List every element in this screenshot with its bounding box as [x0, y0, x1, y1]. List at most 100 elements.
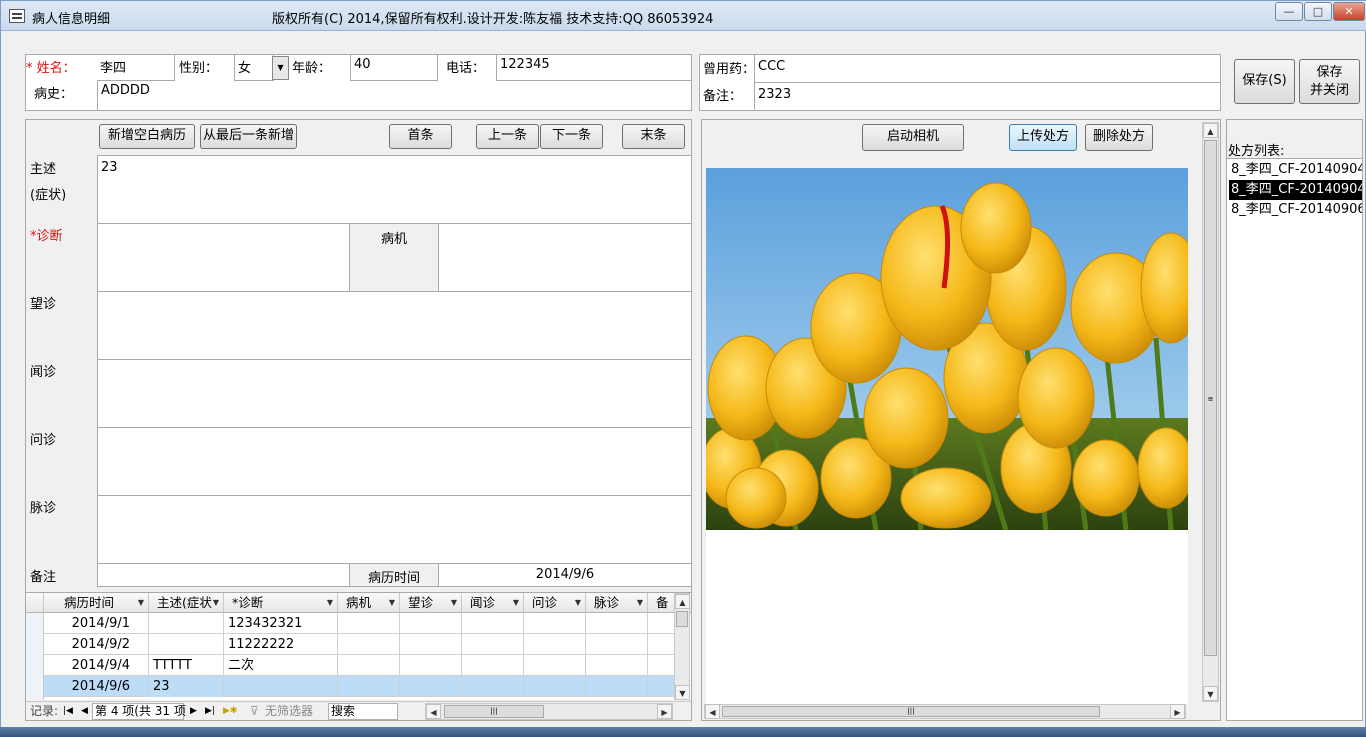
grid-select-all[interactable] [26, 593, 44, 613]
grid-header-7[interactable]: 脉诊 ▼ [586, 593, 648, 613]
table-cell[interactable]: 11222222 [224, 634, 338, 655]
inspect-field[interactable] [97, 291, 692, 360]
pulse-field[interactable] [97, 495, 692, 564]
first-record-button[interactable]: 首条 [389, 124, 452, 149]
nav-last-icon[interactable]: ▶| [205, 702, 215, 720]
scroll-right-icon[interactable]: ▶ [657, 704, 672, 719]
table-cell[interactable] [586, 655, 648, 676]
scroll-left-icon[interactable]: ◀ [426, 704, 441, 719]
phone-field[interactable]: 122345 [496, 55, 691, 81]
grid-header-2[interactable]: *诊断 ▼ [224, 593, 338, 613]
listen-field[interactable] [97, 359, 692, 428]
table-row[interactable]: 2014/9/6 23 [44, 676, 674, 697]
table-cell[interactable] [462, 676, 524, 697]
scroll-up-icon[interactable]: ▲ [675, 594, 690, 609]
table-cell[interactable] [586, 613, 648, 634]
table-cell[interactable]: 2014/9/6 [44, 676, 149, 697]
table-cell[interactable] [524, 634, 586, 655]
table-cell[interactable] [338, 634, 400, 655]
minimize-button[interactable]: — [1275, 2, 1303, 21]
start-camera-button[interactable]: 启动相机 [862, 124, 964, 151]
image-scroll-left-icon[interactable]: ◀ [705, 704, 720, 719]
complaint-field[interactable]: 23 [97, 155, 692, 224]
column-filter-icon[interactable]: ▼ [513, 593, 519, 612]
scroll-thumb[interactable] [676, 611, 688, 627]
column-filter-icon[interactable]: ▼ [213, 593, 219, 612]
image-scroll-right-icon[interactable]: ▶ [1170, 704, 1185, 719]
grid-header-6[interactable]: 问诊 ▼ [524, 593, 586, 613]
gender-select[interactable]: 女 [234, 55, 274, 81]
drug-field[interactable]: CCC [754, 55, 1220, 83]
next-record-button[interactable]: 下一条 [540, 124, 603, 149]
remark-field[interactable]: 2323 [754, 83, 1220, 110]
nav-next-icon[interactable]: ▶ [190, 702, 197, 720]
nav-new-icon[interactable]: ▶✱ [223, 702, 237, 720]
column-filter-icon[interactable]: ▼ [389, 593, 395, 612]
name-field[interactable]: 李四 [97, 55, 175, 81]
table-cell[interactable] [400, 676, 462, 697]
table-cell[interactable] [400, 613, 462, 634]
column-filter-icon[interactable]: ▼ [451, 593, 457, 612]
grid-header-0[interactable]: 病历时间 ▼ [44, 593, 149, 613]
table-cell[interactable] [524, 655, 586, 676]
list-item[interactable]: 8_李四_CF-20140904 [1229, 160, 1362, 180]
nav-first-icon[interactable]: |◀ [63, 702, 73, 720]
table-cell[interactable]: 23 [149, 676, 224, 697]
record-remark-field[interactable] [97, 563, 350, 587]
column-filter-icon[interactable]: ▼ [138, 593, 144, 612]
history-field[interactable]: ADDDD [97, 81, 691, 110]
h-scroll-thumb[interactable]: ||| [444, 705, 544, 718]
filter-icon[interactable]: ⊽ [250, 702, 259, 720]
grid-horizontal-scrollbar[interactable]: ◀ ||| ▶ [425, 703, 673, 720]
scroll-down-icon[interactable]: ▼ [675, 685, 690, 700]
table-row[interactable]: 2014/9/4 TTTTT 二次 [44, 655, 674, 676]
grid-header-1[interactable]: 主述(症状 ▼ [149, 593, 224, 613]
table-cell[interactable]: 2014/9/1 [44, 613, 149, 634]
column-filter-icon[interactable]: ▼ [575, 593, 581, 612]
list-item[interactable]: 8_李四_CF-20140906 [1229, 200, 1362, 220]
last-record-button[interactable]: 末条 [622, 124, 685, 149]
table-cell[interactable] [400, 634, 462, 655]
table-cell[interactable] [338, 613, 400, 634]
table-cell[interactable]: 2014/9/2 [44, 634, 149, 655]
table-cell[interactable]: TTTTT [149, 655, 224, 676]
row-selector-column[interactable] [26, 613, 44, 700]
table-cell[interactable] [149, 634, 224, 655]
record-position-field[interactable]: 第 4 项(共 31 项 [92, 703, 186, 720]
image-scroll-thumb[interactable]: ≡ [1204, 140, 1217, 656]
table-cell[interactable] [586, 676, 648, 697]
table-cell[interactable] [400, 655, 462, 676]
diagnosis-field[interactable] [97, 223, 350, 292]
grid-vertical-scrollbar[interactable]: ▲ ▼ [674, 593, 690, 700]
image-h-scroll-thumb[interactable]: ||| [722, 706, 1100, 717]
new-blank-record-button[interactable]: 新增空白病历 [99, 124, 195, 149]
image-scroll-up-icon[interactable]: ▲ [1203, 123, 1218, 138]
table-cell[interactable]: 123432321 [224, 613, 338, 634]
table-cell[interactable]: 2014/9/4 [44, 655, 149, 676]
search-input[interactable]: 搜索 [328, 703, 398, 720]
prescription-listbox[interactable]: 8_李四_CF-20140904 8_李四_CF-20140904 8_李四_CF-… [1227, 158, 1362, 720]
inquire-field[interactable] [97, 427, 692, 496]
column-filter-icon[interactable]: ▼ [637, 593, 643, 612]
table-cell[interactable] [338, 676, 400, 697]
filter-status[interactable]: 无筛选器 [265, 702, 313, 720]
table-cell[interactable] [462, 634, 524, 655]
save-and-close-button[interactable]: 保存 并关闭 [1299, 59, 1360, 104]
grid-header-4[interactable]: 望诊 ▼ [400, 593, 462, 613]
maximize-button[interactable]: □ [1304, 2, 1332, 21]
grid-header-5[interactable]: 闻诊 ▼ [462, 593, 524, 613]
column-filter-icon[interactable]: ▼ [327, 593, 333, 612]
table-cell[interactable] [524, 613, 586, 634]
table-row[interactable]: 2014/9/2 11222222 [44, 634, 674, 655]
new-from-last-button[interactable]: 从最后一条新增 [200, 124, 297, 149]
table-cell[interactable] [338, 655, 400, 676]
pathogenesis-field[interactable] [438, 223, 692, 292]
record-date-field[interactable]: 2014/9/6 [438, 563, 692, 587]
nav-prev-icon[interactable]: ◀ [81, 702, 88, 720]
table-cell[interactable]: 二次 [224, 655, 338, 676]
save-button[interactable]: 保存(S) [1234, 59, 1295, 104]
image-scroll-down-icon[interactable]: ▼ [1203, 686, 1218, 701]
table-row[interactable]: 2014/9/1 123432321 [44, 613, 674, 634]
table-cell[interactable] [149, 613, 224, 634]
table-cell[interactable] [462, 613, 524, 634]
